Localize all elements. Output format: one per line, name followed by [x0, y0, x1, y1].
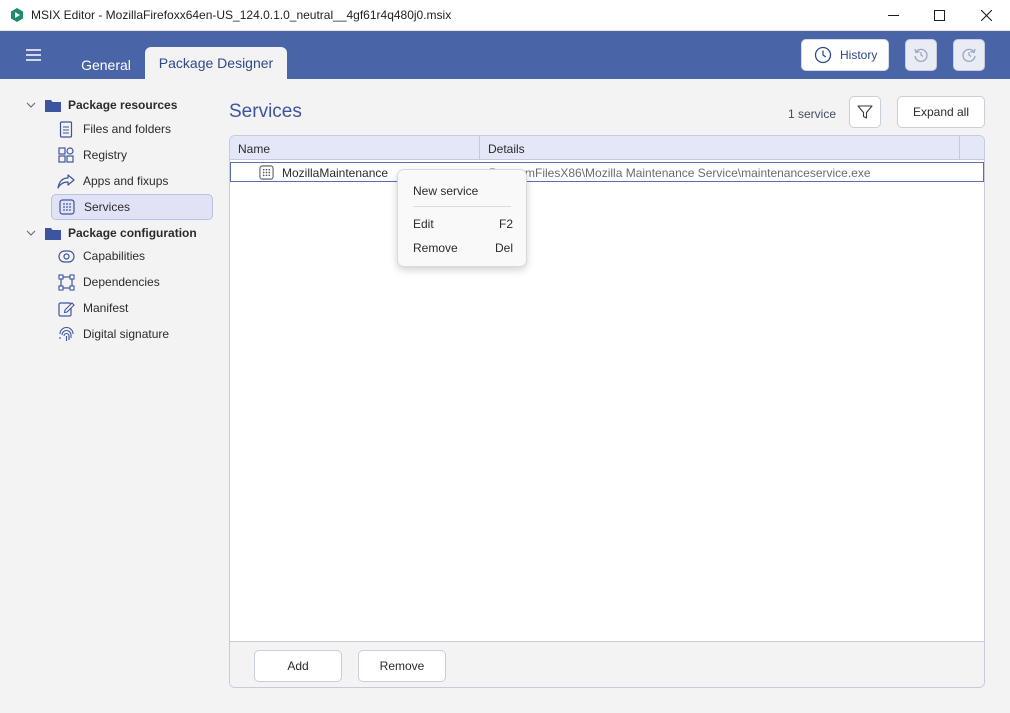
add-button[interactable]: Add	[254, 650, 342, 682]
service-count: 1 service	[788, 107, 837, 121]
page-title: Services	[229, 101, 302, 122]
sidebar-item-label: Capabilities	[83, 249, 146, 263]
menu-button[interactable]	[22, 45, 44, 65]
sidebar-item-label: Dependencies	[83, 275, 160, 289]
maximize-button[interactable]	[916, 0, 962, 31]
chevron-down-icon[interactable]	[26, 100, 36, 110]
column-header-name[interactable]: Name	[238, 142, 270, 156]
tree-group-label: Package resources	[68, 98, 178, 112]
redo-button[interactable]	[953, 39, 985, 71]
clock-icon	[814, 46, 832, 64]
registry-icon	[57, 146, 75, 164]
sidebar-item-label: Services	[84, 200, 131, 214]
sidebar-item-manifest[interactable]: Manifest	[51, 296, 213, 320]
minimize-button[interactable]	[870, 0, 916, 31]
chevron-down-icon[interactable]	[26, 228, 36, 238]
filter-button[interactable]	[849, 96, 881, 128]
manifest-edit-icon	[57, 299, 75, 317]
app-header: General Package Designer History	[0, 31, 1010, 79]
maximize-icon	[933, 10, 945, 21]
sidebar-item-label: Manifest	[83, 301, 129, 315]
sidebar-item-capabilities[interactable]: Capabilities	[51, 244, 213, 268]
history-label: History	[840, 48, 878, 62]
minimize-icon	[887, 15, 899, 16]
sidebar-item-files-and-folders[interactable]: Files and folders	[51, 117, 213, 141]
undo-icon	[914, 48, 928, 62]
file-icon	[57, 120, 75, 138]
column-header-details[interactable]: Details	[488, 142, 525, 156]
tab-general[interactable]: General	[72, 51, 140, 79]
remove-button[interactable]: Remove	[358, 650, 446, 682]
sidebar-item-label: Files and folders	[83, 122, 172, 136]
services-grid-icon	[259, 165, 274, 180]
sidebar-item-dependencies[interactable]: Dependencies	[51, 270, 213, 294]
menu-item-shortcut: Del	[494, 241, 513, 255]
table-header: Name Details	[230, 136, 984, 160]
services-table: Name Details MozillaMaintenance ProgramF…	[229, 135, 985, 688]
history-button[interactable]: History	[801, 39, 889, 71]
sidebar-item-apps-and-fixups[interactable]: Apps and fixups	[51, 169, 213, 193]
column-divider[interactable]	[479, 136, 480, 160]
close-icon	[980, 10, 992, 21]
context-menu-item-new-service[interactable]: New service	[413, 182, 513, 200]
close-button[interactable]	[963, 0, 1009, 31]
capabilities-icon	[57, 247, 75, 265]
menu-item-label: Edit	[413, 217, 434, 231]
dependencies-icon	[57, 273, 75, 291]
hamburger-icon	[26, 49, 41, 61]
title-bar: MSIX Editor - MozillaFirefoxx64en-US_124…	[0, 0, 1010, 31]
folder-icon	[44, 98, 62, 113]
share-arrow-icon	[57, 172, 75, 190]
sidebar-item-label: Apps and fixups	[83, 174, 169, 188]
sidebar-item-registry[interactable]: Registry	[51, 143, 213, 167]
sidebar: Package resources Files and folders Regi…	[0, 79, 222, 713]
sidebar-item-digital-signature[interactable]: Digital signature	[51, 322, 213, 346]
tab-package-designer[interactable]: Package Designer	[145, 47, 287, 79]
menu-item-label: Remove	[413, 241, 458, 255]
sidebar-item-label: Registry	[83, 148, 128, 162]
services-grid-icon	[58, 198, 76, 216]
tree-group-label: Package configuration	[68, 226, 197, 240]
menu-item-shortcut: F2	[498, 217, 513, 231]
service-details: ProgramFilesX86\Mozilla Maintenance Serv…	[489, 166, 871, 180]
sidebar-item-services[interactable]: Services	[51, 194, 213, 220]
fingerprint-icon	[57, 325, 75, 343]
sidebar-item-label: Digital signature	[83, 327, 170, 341]
service-name: MozillaMaintenance	[282, 166, 389, 180]
menu-item-label: New service	[413, 184, 479, 198]
tree-group-package-configuration[interactable]: Package configuration	[26, 221, 197, 245]
tree-group-package-resources[interactable]: Package resources	[26, 93, 177, 117]
context-menu-item-edit[interactable]: Edit F2	[413, 215, 513, 233]
expand-all-button[interactable]: Expand all	[897, 96, 985, 128]
menu-divider	[413, 206, 511, 207]
context-menu: New service Edit F2 Remove Del	[397, 169, 527, 267]
column-divider[interactable]	[959, 136, 960, 160]
undo-button[interactable]	[905, 39, 937, 71]
msix-app-icon	[9, 7, 25, 23]
context-menu-item-remove[interactable]: Remove Del	[413, 239, 513, 257]
table-footer: Add Remove	[230, 641, 984, 687]
window-title: MSIX Editor - MozillaFirefoxx64en-US_124…	[31, 8, 452, 22]
filter-icon	[857, 105, 873, 119]
folder-icon	[44, 226, 62, 241]
redo-icon	[962, 48, 976, 62]
table-row[interactable]: MozillaMaintenance ProgramFilesX86\Mozil…	[230, 162, 984, 182]
